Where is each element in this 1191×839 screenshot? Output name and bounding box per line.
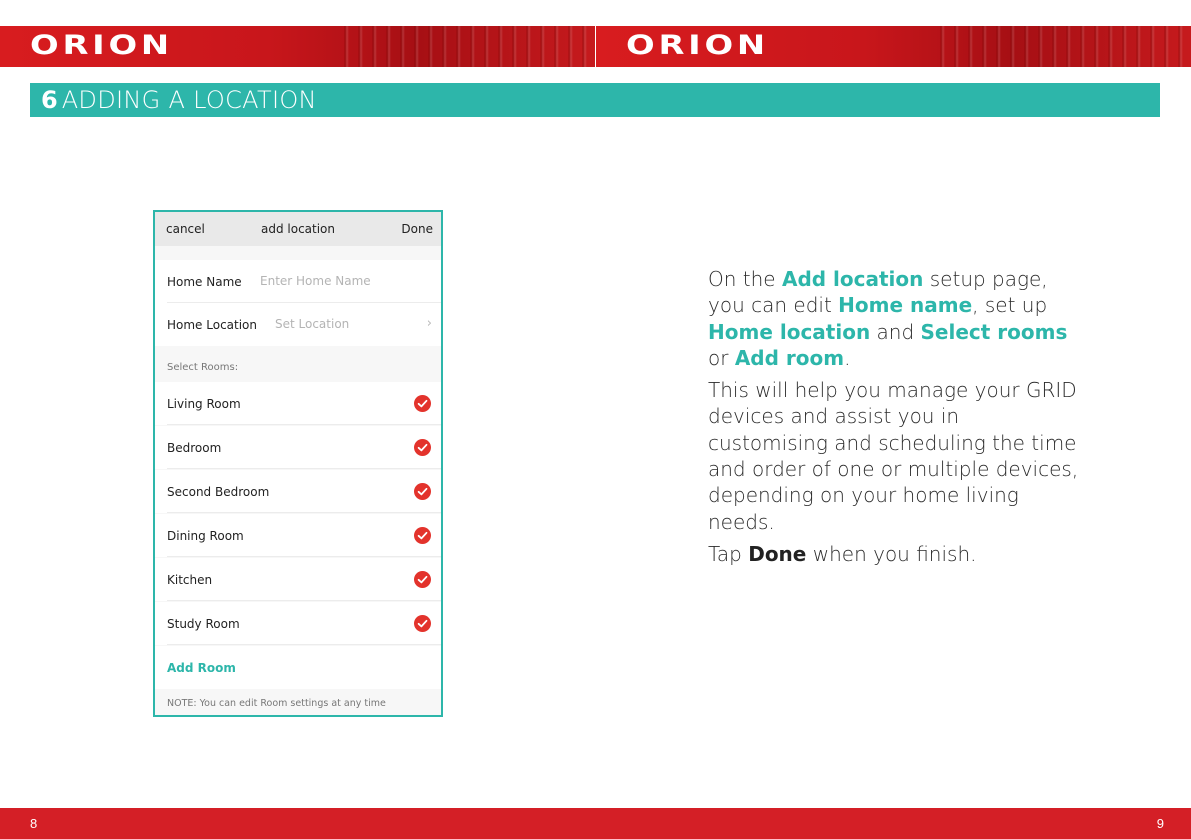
checkmark-icon[interactable]: [414, 527, 431, 544]
header-banner-right: ORION: [596, 26, 1191, 67]
highlight-select-rooms: Select rooms: [920, 319, 1068, 344]
header-banner-left: ORION: [0, 26, 595, 67]
highlight-add-location: Add location: [781, 267, 924, 291]
nav-bar: cancel add location Done: [155, 212, 441, 246]
checkmark-icon[interactable]: [414, 571, 431, 588]
text-run: when you finish.: [806, 541, 977, 566]
room-name: Kitchen: [167, 573, 213, 587]
room-name: Second Bedroom: [167, 485, 270, 499]
banner-streaks: [931, 26, 1191, 67]
text-run: Tap: [708, 541, 749, 566]
room-name: Bedroom: [167, 441, 222, 455]
page-number-left: 8: [30, 816, 38, 831]
done-button[interactable]: Done: [401, 222, 433, 236]
footer-bar: 8 9: [0, 808, 1191, 839]
room-row[interactable]: Dining Room: [155, 514, 441, 557]
room-name: Study Room: [167, 617, 240, 631]
checkmark-icon[interactable]: [414, 439, 431, 456]
section-title: ADDING A LOCATION: [61, 86, 317, 114]
text-run: or: [708, 345, 735, 370]
text-run: and: [870, 319, 921, 344]
room-row[interactable]: Second Bedroom: [155, 470, 441, 513]
highlight-home-name: Home name: [838, 293, 973, 318]
room-name: Dining Room: [167, 529, 244, 543]
room-row[interactable]: Bedroom: [155, 426, 441, 469]
instructions: On the Add location setup page, you can …: [708, 266, 1080, 573]
room-row[interactable]: Kitchen: [155, 558, 441, 601]
highlight-add-room: Add room: [734, 345, 845, 370]
divider: [167, 424, 441, 425]
add-room-row[interactable]: Add Room: [155, 646, 441, 689]
home-name-input[interactable]: Enter Home Name: [260, 274, 371, 288]
add-room-button[interactable]: Add Room: [167, 661, 236, 675]
paragraph-2: This will help you manage your GRID devi…: [708, 378, 1079, 534]
orion-logo: ORION: [626, 30, 769, 61]
section-number: 6: [41, 86, 58, 114]
text-run: On the: [708, 267, 782, 291]
chevron-right-icon: ›: [426, 316, 432, 331]
page-number-right: 9: [1156, 816, 1164, 831]
highlight-home-location: Home location: [708, 319, 871, 344]
divider: [167, 556, 441, 557]
note-text: NOTE: You can edit Room settings at any …: [167, 698, 386, 709]
home-location-input[interactable]: Set Location: [275, 317, 349, 331]
checkmark-icon[interactable]: [414, 483, 431, 500]
done-keyword: Done: [748, 541, 807, 566]
home-name-label: Home Name: [167, 275, 242, 289]
room-row[interactable]: Living Room: [155, 382, 441, 425]
home-name-row[interactable]: Home Name Enter Home Name: [155, 260, 441, 303]
text-run: .: [844, 345, 851, 370]
text-run: , set up: [972, 293, 1048, 318]
home-location-label: Home Location: [167, 318, 258, 332]
paragraph-3: Tap Done when you finish.: [708, 541, 1080, 567]
paragraph-1: On the Add location setup page, you can …: [708, 266, 1080, 371]
room-row[interactable]: Study Room: [155, 602, 441, 645]
divider: [167, 512, 441, 513]
select-rooms-label: Select Rooms:: [167, 362, 239, 373]
nav-title: add location: [260, 222, 335, 236]
divider: [167, 468, 441, 469]
section-heading: 6 ADDING A LOCATION: [30, 83, 1160, 117]
banner-streaks: [335, 26, 595, 67]
divider: [167, 600, 441, 601]
checkmark-icon[interactable]: [414, 395, 431, 412]
divider: [167, 644, 441, 645]
orion-logo: ORION: [30, 30, 173, 61]
checkmark-icon[interactable]: [414, 615, 431, 632]
app-screenshot: cancel add location Done Home Name Enter…: [153, 210, 443, 717]
home-location-row[interactable]: Home Location Set Location ›: [155, 303, 441, 346]
room-name: Living Room: [167, 397, 241, 411]
